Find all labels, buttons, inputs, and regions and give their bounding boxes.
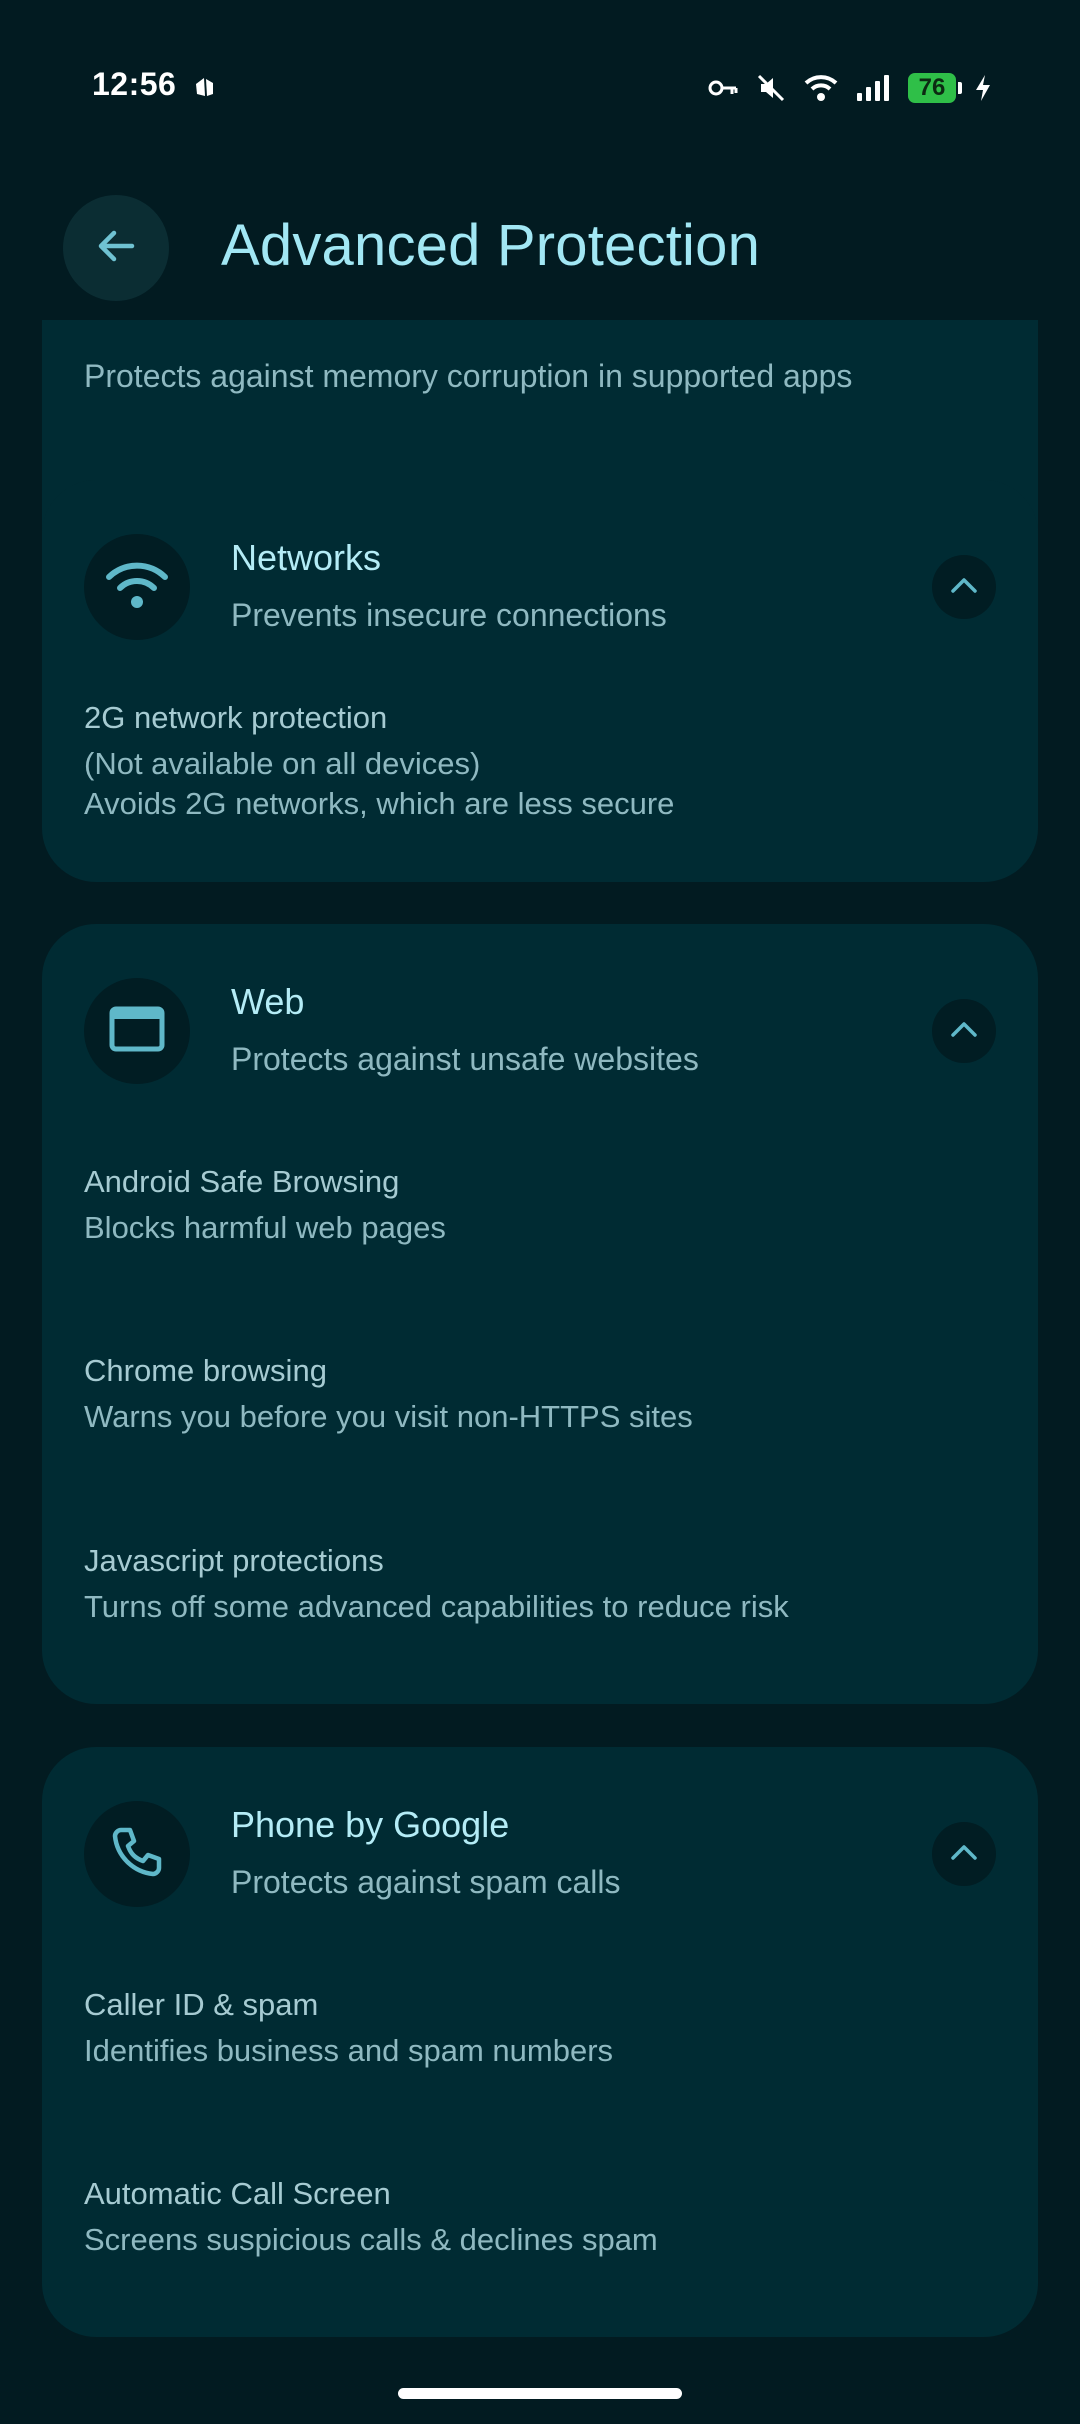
arrow-back-icon — [94, 224, 138, 273]
item-android-safe-browsing[interactable]: Android Safe Browsing Blocks harmful web… — [84, 1164, 984, 1248]
notification-app-icon — [192, 74, 218, 100]
browser-window-icon — [109, 1006, 165, 1057]
item-description: Warns you before you visit non-HTTPS sit… — [84, 1399, 693, 1434]
home-indicator[interactable] — [398, 2388, 682, 2399]
section-subtitle: Protects against memory corruption in su… — [84, 358, 853, 394]
item-title: Javascript protections — [84, 1543, 384, 1578]
status-icons: 76 — [708, 70, 992, 106]
page-title: Advanced Protection — [221, 213, 761, 278]
protection-list[interactable]: Protects against memory corruption in su… — [0, 320, 1080, 2420]
item-title: Automatic Call Screen — [84, 2176, 391, 2211]
item-javascript-protections[interactable]: Javascript protections Turns off some ad… — [84, 1543, 984, 1627]
wifi-icon — [106, 560, 168, 615]
section-title: Networks — [231, 537, 382, 578]
item-2g-network-protection[interactable]: 2G network protection (Not available on … — [84, 700, 984, 824]
item-title: Caller ID & spam — [84, 1987, 319, 2022]
section-icon-bg — [84, 1801, 190, 1907]
item-caller-id-spam[interactable]: Caller ID & spam Identifies business and… — [84, 1987, 984, 2071]
item-title: 2G network protection — [84, 700, 388, 735]
phone-icon — [111, 1826, 163, 1883]
item-automatic-call-screen[interactable]: Automatic Call Screen Screens suspicious… — [84, 2176, 984, 2260]
section-subtitle: Protects against spam calls — [231, 1864, 621, 1900]
wifi-icon — [804, 74, 838, 102]
status-time: 12:56 — [92, 66, 177, 102]
phone-by-google-card: Phone by Google Protects against spam ca… — [42, 1747, 1038, 2337]
chevron-up-icon — [950, 576, 978, 599]
screen: 12:56 76 Advanced Protection Protects ag… — [0, 0, 1080, 2424]
item-description: Identifies business and spam numbers — [84, 2033, 614, 2068]
charging-bolt-icon — [974, 74, 992, 102]
top-app-bar: Advanced Protection — [0, 180, 1080, 320]
back-button[interactable] — [63, 195, 169, 301]
web-card: Web Protects against unsafe websites And… — [42, 924, 1038, 1704]
networks-card: Networks Prevents insecure connections 2… — [42, 480, 1038, 882]
vpn-key-icon — [708, 77, 738, 99]
item-title: Android Safe Browsing — [84, 1164, 400, 1199]
battery-icon: 76 — [908, 73, 962, 103]
mute-icon — [756, 73, 786, 103]
item-description: (Not available on all devices) Avoids 2G… — [84, 746, 675, 821]
section-title: Web — [231, 981, 305, 1022]
section-title: Phone by Google — [231, 1804, 510, 1845]
item-description: Blocks harmful web pages — [84, 1210, 446, 1245]
battery-level: 76 — [918, 74, 946, 101]
collapse-web-button[interactable] — [932, 999, 996, 1063]
cellular-signal-icon — [856, 74, 890, 102]
section-subtitle: Protects against unsafe websites — [231, 1041, 699, 1077]
section-subtitle: Prevents insecure connections — [231, 597, 667, 633]
status-bar: 12:56 76 — [0, 0, 1080, 180]
section-icon-bg — [84, 978, 190, 1084]
item-title: Chrome browsing — [84, 1353, 327, 1388]
collapse-phone-button[interactable] — [932, 1822, 996, 1886]
item-description: Turns off some advanced capabilities to … — [84, 1589, 789, 1624]
item-description: Screens suspicious calls & declines spam — [84, 2222, 658, 2257]
item-chrome-browsing[interactable]: Chrome browsing Warns you before you vis… — [84, 1353, 984, 1437]
chevron-up-icon — [950, 1020, 978, 1043]
section-icon-bg — [84, 534, 190, 640]
chevron-up-icon — [950, 1843, 978, 1866]
collapse-networks-button[interactable] — [932, 555, 996, 619]
